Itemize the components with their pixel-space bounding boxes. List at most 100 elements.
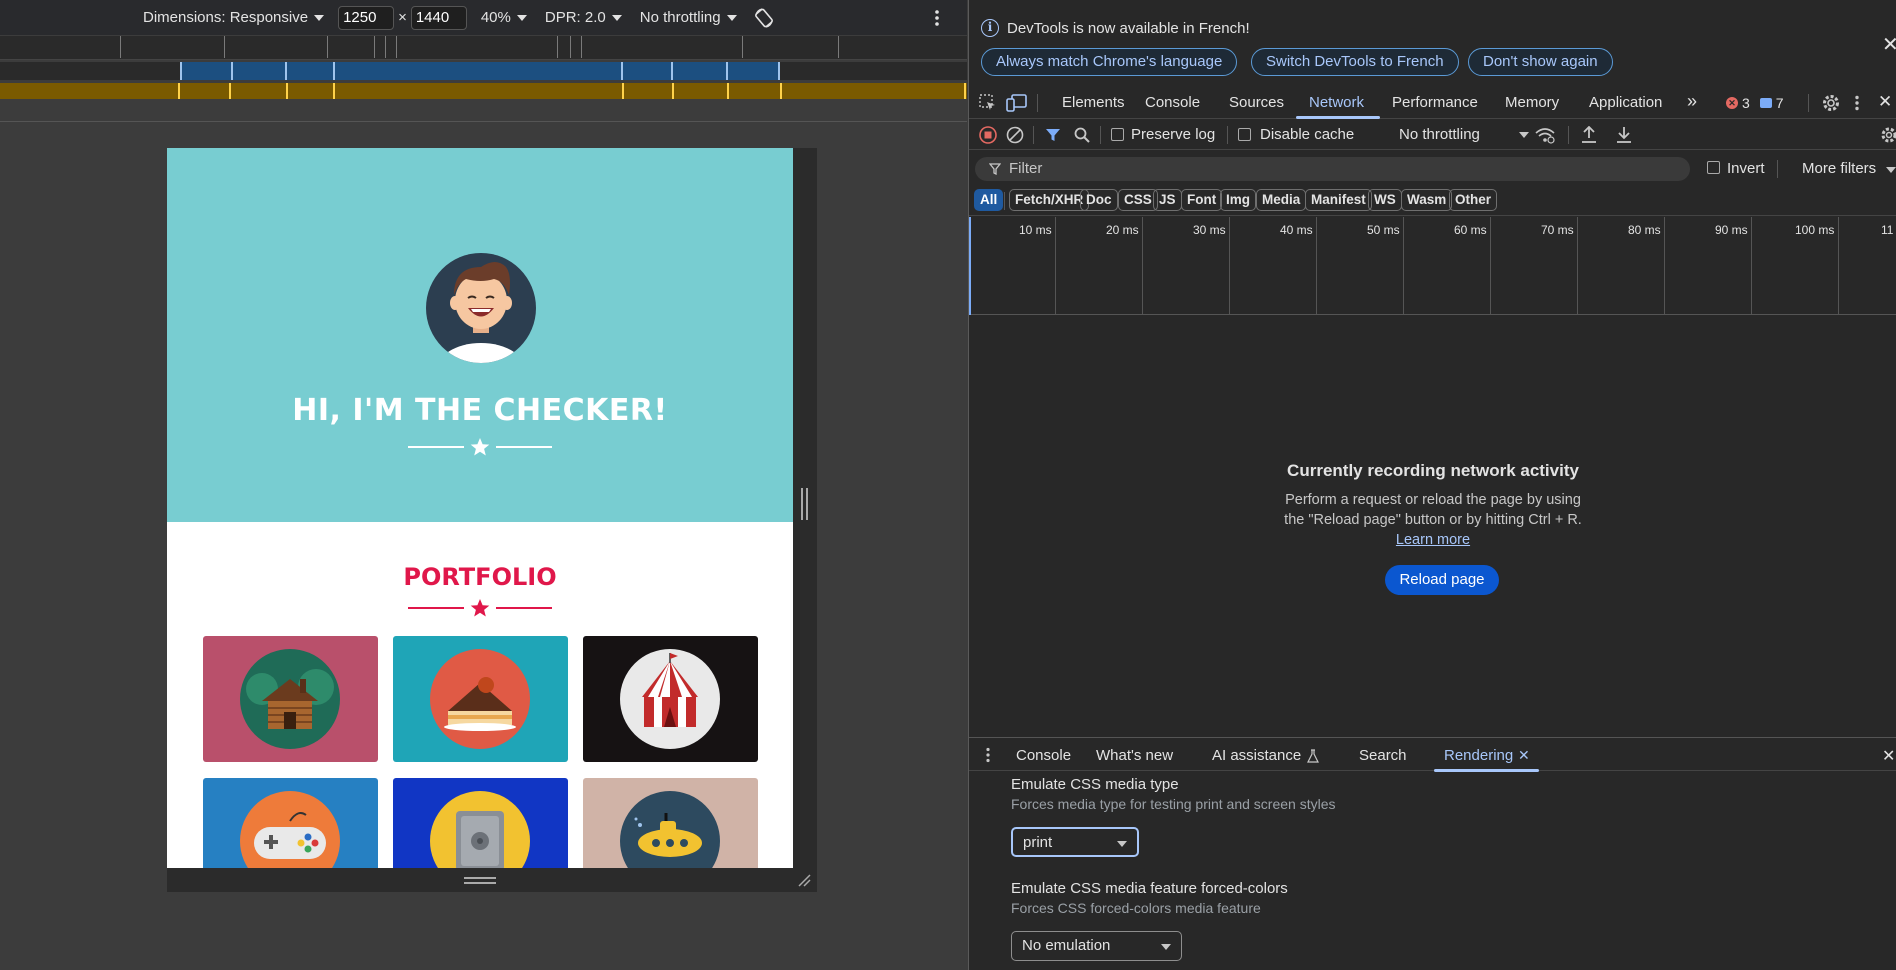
network-settings-gear-icon[interactable] (1880, 126, 1896, 144)
drawer-tab-whats-new[interactable]: What's new (1096, 747, 1173, 764)
drawer-tab-rendering[interactable]: Rendering (1444, 747, 1513, 764)
circus-tent-icon (620, 649, 720, 749)
disable-cache-checkbox[interactable] (1238, 128, 1251, 141)
media-query-marker (229, 83, 231, 99)
submarine-icon (620, 791, 720, 868)
timeline-gridline (1751, 217, 1752, 315)
ruler-tick (557, 36, 558, 58)
viewport-right-resizer[interactable] (793, 148, 817, 868)
invert-checkbox[interactable] (1707, 161, 1720, 174)
forced-colors-select[interactable]: No emulation (1011, 931, 1182, 961)
search-icon[interactable] (1073, 126, 1091, 144)
customize-menu-icon[interactable] (1854, 95, 1860, 111)
type-filter-ws[interactable]: WS (1368, 189, 1402, 211)
close-icon[interactable]: ✕ (1882, 32, 1896, 57)
type-filter-font[interactable]: Font (1181, 189, 1223, 211)
tab-network[interactable]: Network (1309, 94, 1364, 111)
type-filter-img[interactable]: Img (1220, 189, 1257, 211)
issues-counter[interactable]: ✕ 3 7 (1726, 95, 1784, 111)
preserve-log-checkbox[interactable] (1111, 128, 1124, 141)
drawer-tab-bar: Console What's new AI assistance Search … (969, 737, 1896, 772)
portfolio-tile-cake[interactable] (393, 636, 568, 762)
drawer-tab-console[interactable]: Console (1016, 747, 1071, 764)
type-filter-media[interactable]: Media (1256, 189, 1307, 211)
zoom-dropdown[interactable]: 40% (481, 9, 527, 26)
export-har-icon[interactable] (1616, 126, 1632, 144)
match-language-button[interactable]: Always match Chrome's language (981, 48, 1238, 76)
media-query-ruler[interactable] (0, 36, 967, 60)
more-filters-label: More filters (1802, 160, 1877, 177)
close-tab-icon[interactable]: ✕ (1518, 747, 1530, 764)
drawer-tab-ai-assistance[interactable]: AI assistance (1212, 747, 1301, 764)
settings-gear-icon[interactable] (1821, 93, 1841, 113)
media-query-marker (286, 83, 288, 99)
media-query-marker (178, 83, 180, 99)
safe-icon (430, 791, 530, 868)
divider (1100, 126, 1101, 144)
disable-cache-label: Disable cache (1260, 126, 1355, 143)
type-filter-wasm[interactable]: Wasm (1401, 189, 1453, 211)
portfolio-tile-controller[interactable] (203, 778, 378, 868)
corner-resize-icon[interactable] (797, 873, 811, 887)
device-toggle-icon[interactable] (1006, 94, 1028, 112)
dimensions-dropdown[interactable]: Dimensions: Responsive (143, 9, 325, 26)
portfolio-tile-submarine[interactable] (583, 778, 758, 868)
clear-icon[interactable] (1006, 126, 1024, 144)
switch-to-french-button[interactable]: Switch DevTools to French (1251, 48, 1459, 76)
min-width-media-queries-bar[interactable] (0, 83, 967, 99)
rotate-icon[interactable] (753, 7, 775, 29)
media-type-select[interactable]: print (1011, 827, 1139, 857)
filter-input[interactable]: Filter (975, 157, 1690, 181)
max-width-media-queries-bar[interactable] (0, 62, 967, 80)
type-filter-fetch-xhr[interactable]: Fetch/XHR (1009, 189, 1090, 211)
more-tabs-icon[interactable]: » (1687, 91, 1697, 112)
drawer-menu-icon[interactable] (986, 747, 990, 763)
ruler-tick (224, 36, 225, 58)
hero-divider (167, 437, 793, 457)
more-options-icon[interactable] (934, 9, 940, 27)
dpr-dropdown[interactable]: DPR: 2.0 (545, 9, 622, 26)
network-overview-timeline[interactable]: 10 ms 20 ms 30 ms 40 ms 50 ms 60 ms 70 m… (969, 217, 1896, 315)
tab-memory[interactable]: Memory (1505, 94, 1559, 111)
tab-application[interactable]: Application (1589, 94, 1662, 111)
throttling-dropdown[interactable]: No throttling (640, 9, 737, 26)
type-filter-js[interactable]: JS (1153, 189, 1182, 211)
close-drawer-icon[interactable]: ✕ (1882, 746, 1895, 766)
resize-handle-line (801, 488, 803, 520)
tab-sources[interactable]: Sources (1229, 94, 1284, 111)
inspect-element-icon[interactable] (979, 94, 997, 112)
type-filter-doc[interactable]: Doc (1080, 189, 1118, 211)
forced-colors-value: No emulation (1022, 937, 1111, 954)
drawer-tab-search[interactable]: Search (1359, 747, 1407, 764)
viewport-bottom-resizer[interactable] (167, 868, 817, 892)
close-devtools-icon[interactable]: ✕ (1878, 92, 1892, 112)
network-throttling-select[interactable]: No throttling (1399, 126, 1529, 143)
chevron-down-icon (611, 14, 622, 21)
type-filter-other[interactable]: Other (1449, 189, 1498, 211)
portfolio-tile-circus[interactable] (583, 636, 758, 762)
tab-console[interactable]: Console (1145, 94, 1200, 111)
media-query-marker (231, 62, 233, 80)
type-filter-css[interactable]: CSS (1118, 189, 1158, 211)
more-filters-dropdown[interactable]: More filters (1802, 160, 1896, 177)
network-conditions-icon[interactable] (1534, 125, 1556, 145)
filter-icon[interactable] (1044, 126, 1062, 144)
media-query-segment[interactable] (180, 62, 780, 80)
device-toolbar: Dimensions: Responsive × 40% DPR: 2.0 No… (0, 0, 967, 36)
tab-performance[interactable]: Performance (1392, 94, 1478, 111)
type-filter-manifest[interactable]: Manifest (1305, 189, 1372, 211)
record-stop-icon[interactable] (979, 126, 997, 144)
reload-page-button[interactable]: Reload page (1385, 565, 1499, 595)
game-controller-icon (240, 791, 340, 868)
portfolio-tile-cabin[interactable] (203, 636, 378, 762)
dont-show-again-button[interactable]: Don't show again (1468, 48, 1613, 76)
width-input[interactable] (338, 5, 395, 30)
height-input[interactable] (410, 5, 467, 30)
type-filter-all[interactable]: All (974, 189, 1004, 211)
portfolio-tile-safe[interactable] (393, 778, 568, 868)
learn-more-link[interactable]: Learn more (1396, 532, 1470, 548)
tab-elements[interactable]: Elements (1062, 94, 1125, 111)
emulated-viewport[interactable]: HI, I'M THE CHECKER! PORTFOLIO (167, 148, 793, 868)
timeline-gridline (1403, 217, 1404, 315)
import-har-icon[interactable] (1581, 126, 1597, 144)
